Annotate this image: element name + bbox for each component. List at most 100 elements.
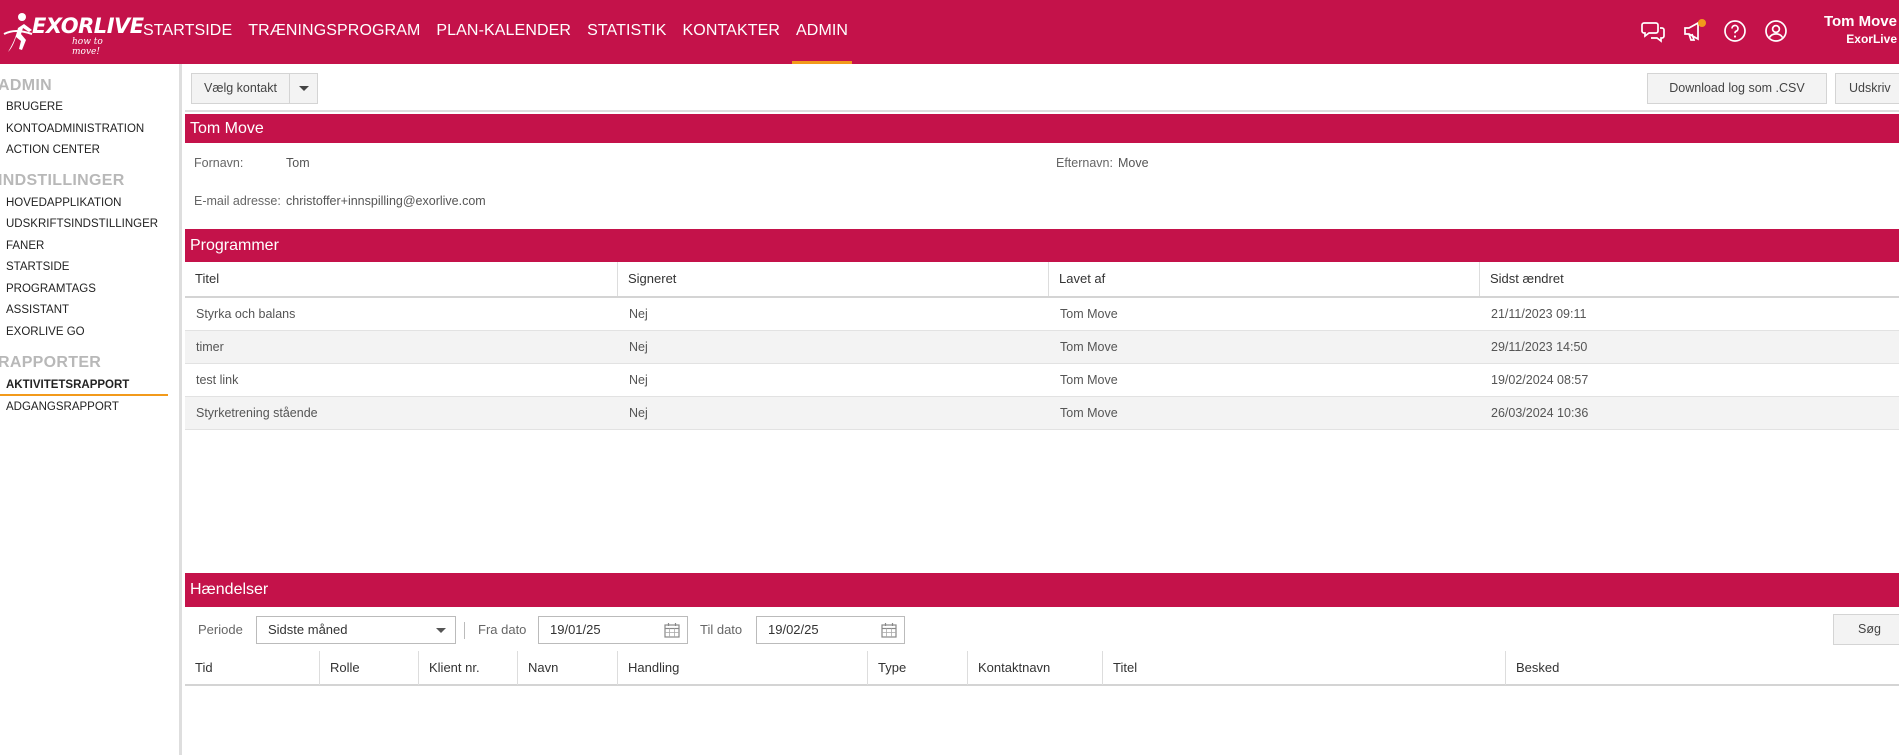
chat-icon[interactable] [1641,19,1665,43]
sidebar-item-adgangsrapport[interactable]: ADGANGSRAPPORT [6,401,119,413]
to-date-value: 19/02/25 [768,622,819,637]
sidebar-item-faner[interactable]: FANER [6,240,44,252]
calendar-icon[interactable] [664,623,680,638]
events-col-tid[interactable]: Tid [185,651,320,685]
main-nav: STARTSIDE TRÆNINGSPROGRAM PLAN-KALENDER … [135,0,856,64]
sidebar-item-exorlive-go[interactable]: EXORLIVE GO [6,326,85,338]
sidebar-heading-indstillinger: INDSTILLINGER [0,172,125,189]
last-name-value: Move [1118,156,1149,170]
period-label: Periode [198,622,243,637]
admin-sidebar: ADMIN BRUGERE KONTOADMINISTRATION ACTION… [0,64,182,755]
sidebar-item-udskriftsindstillinger[interactable]: UDSKRIFTSINDSTILLINGER [6,218,158,230]
nav-startside[interactable]: STARTSIDE [135,0,240,64]
from-date-value: 19/01/25 [550,622,601,637]
nav-traeningsprogram[interactable]: TRÆNINGSPROGRAM [240,0,428,64]
table-row[interactable]: Styrketrening stående Nej Tom Move 26/03… [185,397,1899,430]
period-select-value: Sidste måned [268,622,348,637]
choose-contact-dropdown-button[interactable] [289,73,318,104]
program-title: test link [196,373,239,387]
sidebar-item-assistant[interactable]: ASSISTANT [6,304,69,316]
events-col-type[interactable]: Type [868,651,968,685]
program-last-changed: 19/02/2024 08:57 [1491,373,1589,387]
first-name-label: Fornavn: [194,156,244,170]
nav-statistik[interactable]: STATISTIK [579,0,674,64]
email-label: E-mail adresse: [194,194,281,208]
sidebar-heading-rapporter: RAPPORTER [0,354,102,371]
sidebar-item-brugere[interactable]: BRUGERE [6,101,63,113]
programs-col-titel[interactable]: Titel [185,262,618,296]
program-signed: Nej [629,340,648,354]
brand-name: EXORLIVE [32,14,144,38]
user-org: ExorLive [1846,32,1897,46]
events-table-header: Tid Rolle Klient nr. Navn Handling Type … [185,651,1899,686]
sidebar-item-kontoadministration[interactable]: KONTOADMINISTRATION [6,123,144,135]
program-created-by: Tom Move [1060,307,1118,321]
program-last-changed: 26/03/2024 10:36 [1491,406,1589,420]
to-date-label: Til dato [700,622,743,637]
toolbar-divider [185,110,1899,112]
print-button[interactable]: Udskriv [1835,73,1899,104]
sidebar-item-hovedapplikation[interactable]: HOVEDAPPLIKATION [6,197,121,209]
first-name-value: Tom [286,156,310,170]
events-col-handling[interactable]: Handling [618,651,868,685]
events-col-klient-nr[interactable]: Klient nr. [419,651,518,685]
help-icon[interactable] [1723,19,1747,43]
filter-separator [464,622,465,639]
search-button[interactable]: Søg [1833,614,1899,645]
to-date-input[interactable]: 19/02/25 [756,616,905,644]
calendar-icon[interactable] [881,623,897,638]
from-date-label: Fra dato [478,622,527,637]
nav-plan-kalender[interactable]: PLAN-KALENDER [428,0,579,64]
top-icons: Tom Move ExorLive [1639,0,1899,64]
megaphone-icon[interactable] [1682,19,1706,43]
program-signed: Nej [629,307,648,321]
user-name[interactable]: Tom Move [1824,13,1897,30]
program-created-by: Tom Move [1060,340,1118,354]
program-created-by: Tom Move [1060,406,1118,420]
runner-logo-icon [3,13,33,52]
events-col-navn[interactable]: Navn [518,651,618,685]
from-date-input[interactable]: 19/01/25 [538,616,688,644]
events-col-besked[interactable]: Besked [1506,651,1899,685]
caret-down-icon [298,86,309,92]
sidebar-item-action-center[interactable]: ACTION CENTER [6,144,100,156]
events-col-rolle[interactable]: Rolle [320,651,419,685]
sidebar-item-aktivitetsrapport[interactable]: AKTIVITETSRAPPORT [6,379,129,391]
events-col-kontaktnavn[interactable]: Kontaktnavn [968,651,1103,685]
programs-table-header: Titel Signeret Lavet af Sidst ændret [185,262,1899,298]
exorlive-logo[interactable]: EXORLIVE how to move! [2,10,144,57]
brand-tagline: how to move! [72,37,103,57]
programs-col-sidst-aendret[interactable]: Sidst ændret [1480,262,1899,296]
program-signed: Nej [629,406,648,420]
programs-col-lavet-af[interactable]: Lavet af [1049,262,1480,296]
nav-admin[interactable]: ADMIN [788,0,856,64]
program-last-changed: 29/11/2023 14:50 [1491,340,1588,354]
email-value: christoffer+innspilling@exorlive.com [286,194,486,208]
sidebar-item-startside[interactable]: STARTSIDE [6,261,69,273]
nav-kontakter[interactable]: KONTAKTER [675,0,789,64]
programs-col-signeret[interactable]: Signeret [618,262,1049,296]
top-navigation-bar: EXORLIVE how to move! STARTSIDE TRÆNINGS… [0,0,1899,64]
program-created-by: Tom Move [1060,373,1118,387]
table-row[interactable]: timer Nej Tom Move 29/11/2023 14:50 [185,331,1899,364]
active-item-underline [0,394,168,396]
table-row[interactable]: test link Nej Tom Move 19/02/2024 08:57 [185,364,1899,397]
sidebar-heading-admin: ADMIN [0,77,52,94]
events-section-header: Hændelser [185,573,1899,607]
last-name-label: Efternavn: [1056,156,1113,170]
account-icon[interactable] [1764,19,1788,43]
program-title: Styrka och balans [196,307,296,321]
program-last-changed: 21/11/2023 09:11 [1491,307,1587,321]
program-title: timer [196,340,224,354]
choose-contact-button[interactable]: Vælg kontakt [191,73,290,104]
table-row[interactable]: Styrka och balans Nej Tom Move 21/11/202… [185,298,1899,331]
chevron-down-icon [436,628,446,633]
period-select[interactable]: Sidste måned [256,616,456,644]
program-signed: Nej [629,373,648,387]
programs-section-header: Programmer [185,229,1899,262]
contact-section-header: Tom Move [185,114,1899,143]
download-csv-button[interactable]: Download log som .CSV [1647,73,1827,104]
events-col-titel[interactable]: Titel [1103,651,1506,685]
sidebar-item-programtags[interactable]: PROGRAMTAGS [6,283,96,295]
program-title: Styrketrening stående [196,406,318,420]
